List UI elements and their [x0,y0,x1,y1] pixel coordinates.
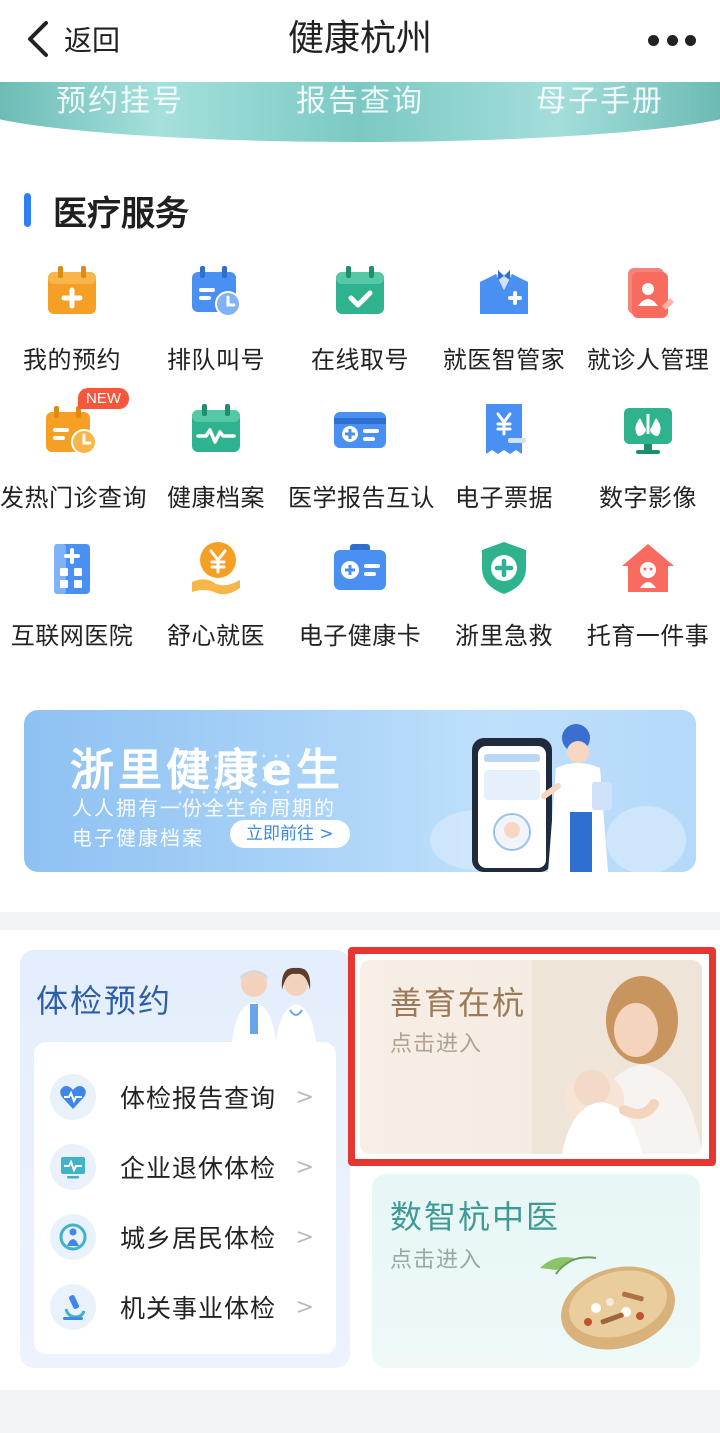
service-patient-mgmt[interactable]: 就诊人管理 [576,262,720,375]
service-easy-care[interactable]: 舒心就医 [144,538,288,651]
top-link-report[interactable]: 报告查询 [296,82,424,120]
page-title: 健康杭州 [287,18,432,59]
service-label: 我的预约 [23,346,121,374]
exam-item-retirement[interactable]: 企业退休体检 > [34,1136,336,1198]
service-label: 发热门诊查询 [0,484,147,512]
exam-item-label: 企业退休体检 [120,1154,277,1183]
section-header: 医疗服务 [24,188,189,234]
exam-card-title[interactable]: 体检预约 [36,976,172,1022]
service-my-appointment[interactable]: 我的预约 [0,262,144,375]
chevron-right-icon: > [295,1224,314,1250]
service-internet-hospital[interactable]: 互联网医院 [0,538,144,651]
section-divider [0,912,720,930]
bottom-divider [0,1390,720,1433]
heartbeat-calendar-icon [186,400,246,460]
health-card-icon [330,538,390,598]
doctors-illustration [232,967,316,1042]
calendar-plus-icon [42,262,102,322]
top-banner-strip: 预约挂号 报告查询 母子手册 [0,82,720,152]
service-fever-clinic[interactable]: NEW 发热门诊查询 [0,388,147,513]
herbal-basket-illustration [540,1256,675,1350]
service-label: 在线取号 [311,346,409,374]
service-health-record[interactable]: 健康档案 [144,400,288,513]
service-childcare[interactable]: 托育一件事 [576,538,720,651]
service-label: 互联网医院 [10,622,134,650]
yen-hand-icon [186,538,246,598]
fever-clinic-icon: NEW [42,388,129,460]
promo-banner[interactable]: 浙里健康e生 人人拥有一份全生命周期的 电子健康档案 立即前往 > [24,710,696,872]
report-card-icon [330,400,390,460]
tcm-card[interactable]: 数智杭中医 点击进入 [372,1174,700,1368]
butler-icon [474,262,534,322]
service-label: 托育一件事 [586,622,710,650]
section-accent-bar [24,193,31,227]
service-report-mutual[interactable]: 医学报告互认 [288,400,435,513]
nav-bar: 返回 健康杭州 [0,0,720,82]
exam-item-report-query[interactable]: 体检报告查询 > [34,1066,336,1128]
chevron-right-icon: > [295,1084,314,1110]
exam-item-label: 体检报告查询 [120,1084,277,1113]
microscope-icon [50,1284,96,1330]
service-butler[interactable]: 就医智管家 [432,262,576,375]
service-e-receipt[interactable]: 电子票据 [432,400,576,513]
baby-house-icon [618,538,678,598]
shield-cross-icon [474,538,534,598]
monitor-pulse-icon [50,1144,96,1190]
person-ring-icon [50,1214,96,1260]
service-label: 就诊人管理 [586,346,710,374]
service-digital-imaging[interactable]: 数字影像 [576,400,720,513]
promo-title: 浙里健康e生 [70,745,344,796]
service-label: 医学报告互认 [288,484,435,512]
exam-card: 体检预约 体检报告查询 > 企业退休体检 > 城乡居民体检 > 机关事业体检 > [20,950,350,1368]
heart-pulse-icon [50,1074,96,1120]
more-menu-button[interactable] [648,22,696,58]
hospital-building-icon [42,538,102,598]
service-label: 电子健康卡 [298,622,422,650]
exam-item-label: 机关事业体检 [120,1294,277,1323]
promo-subtitle: 电子健康档案 [72,826,204,850]
patient-card-icon [618,262,678,322]
new-badge: NEW [78,388,129,409]
service-label: 就医智管家 [442,346,566,374]
page: 返回 健康杭州 预约挂号 报告查询 母子手册 医疗服务 我的预约 排队叫号 在线… [0,0,720,1433]
service-label: 排队叫号 [167,346,265,374]
xray-monitor-icon [618,400,678,460]
tcm-subtitle: 点击进入 [390,1248,483,1273]
dot-icon [685,34,696,46]
top-link-appointment[interactable]: 预约挂号 [56,82,184,120]
service-label: 健康档案 [167,484,265,512]
highlight-frame [348,947,716,1166]
service-label: 浙里急救 [455,622,553,650]
service-emergency[interactable]: 浙里急救 [432,538,576,651]
service-online-ticket[interactable]: 在线取号 [288,262,432,375]
calendar-check-icon [330,262,390,322]
top-links: 预约挂号 报告查询 母子手册 [0,82,720,120]
exam-list: 体检报告查询 > 企业退休体检 > 城乡居民体检 > 机关事业体检 > [34,1042,336,1354]
exam-item-label: 城乡居民体检 [120,1224,277,1253]
exam-item-institution[interactable]: 机关事业体检 > [34,1276,336,1338]
queue-clock-icon [186,262,246,322]
service-label: 舒心就医 [167,622,265,650]
top-link-handbook[interactable]: 母子手册 [536,82,664,120]
receipt-icon [474,400,534,460]
service-e-health-card[interactable]: 电子健康卡 [288,538,432,651]
promo-go-button[interactable]: 立即前往 > [230,820,350,848]
chevron-right-icon: > [295,1154,314,1180]
chevron-right-icon: > [295,1294,314,1320]
doctor-phone-illustration [430,724,686,872]
dot-icon [666,34,678,46]
tcm-title: 数智杭中医 [390,1198,561,1236]
dot-icon [648,34,659,46]
service-label: 电子票据 [455,484,553,512]
service-queue[interactable]: 排队叫号 [144,262,288,375]
promo-subtitle: 人人拥有一份全生命周期的 [72,796,336,820]
section-title: 医疗服务 [53,193,189,234]
service-label: 数字影像 [599,484,697,512]
exam-item-resident[interactable]: 城乡居民体检 > [34,1206,336,1268]
